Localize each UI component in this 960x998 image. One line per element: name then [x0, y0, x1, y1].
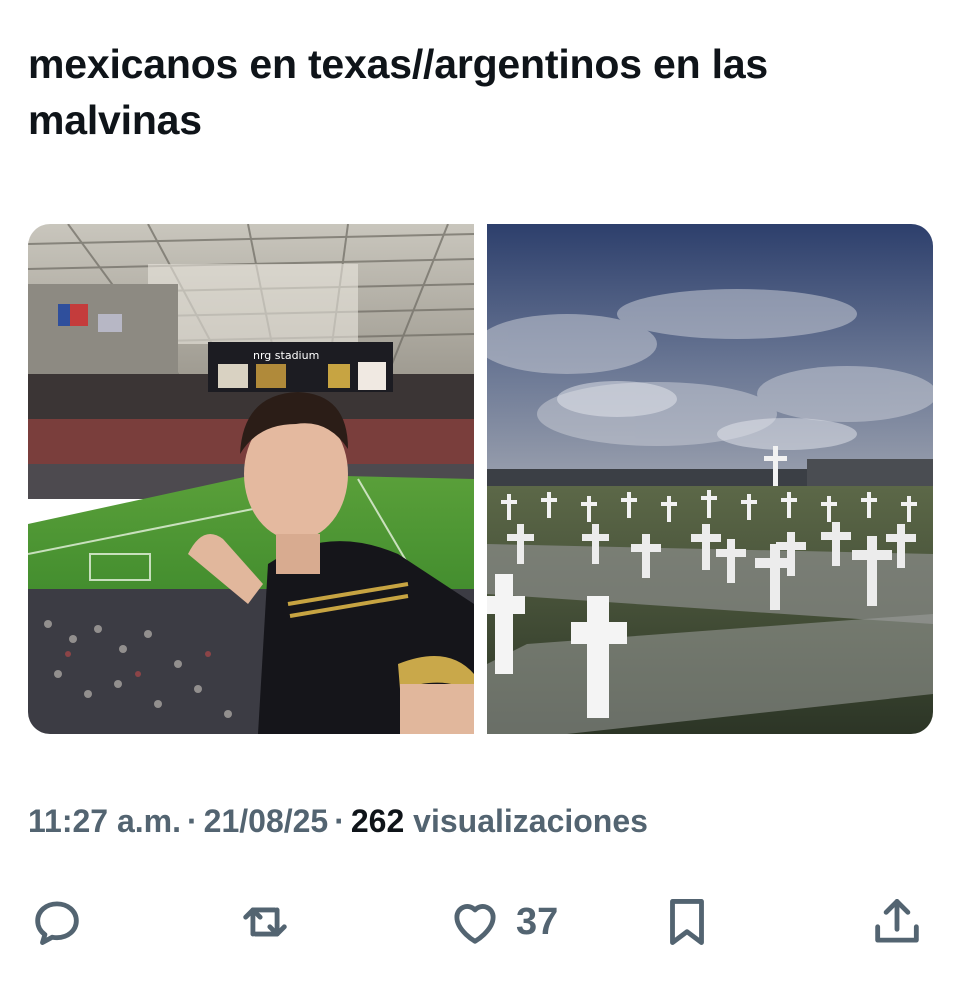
share-button[interactable]: [868, 890, 926, 954]
media-image-cemetery[interactable]: [487, 224, 933, 734]
reply-icon: [35, 901, 79, 945]
bookmark-button[interactable]: [658, 890, 716, 954]
stadium-photo: nrg stadium: [28, 224, 474, 734]
share-icon: [875, 899, 919, 943]
views-label: visualizaciones: [413, 803, 648, 839]
media-image-stadium[interactable]: nrg stadium: [28, 224, 474, 734]
tweet-meta: 11:27 a.m. · 21/08/25 · 262 visualizaciones: [28, 803, 648, 840]
cemetery-photo: [487, 224, 933, 734]
repost-icon: [243, 907, 287, 937]
media-grid[interactable]: nrg stadium: [28, 224, 933, 734]
tweet-text: mexicanos en texas//argentinos en las ma…: [28, 41, 769, 143]
stadium-sign: nrg stadium: [253, 349, 319, 362]
tweet-time[interactable]: 11:27 a.m.: [28, 803, 181, 839]
like-button[interactable]: 37: [446, 890, 558, 954]
bookmark-icon: [670, 899, 704, 945]
tweet-actions: 37: [28, 890, 928, 954]
heart-icon: [454, 904, 496, 944]
like-count: 37: [516, 900, 559, 943]
meta-separator: ·: [187, 803, 198, 839]
repost-button[interactable]: [236, 890, 294, 954]
reply-button[interactable]: [28, 890, 86, 954]
views-count: 262: [350, 803, 405, 839]
tweet-date[interactable]: 21/08/25: [204, 803, 329, 839]
meta-separator: ·: [334, 803, 345, 839]
